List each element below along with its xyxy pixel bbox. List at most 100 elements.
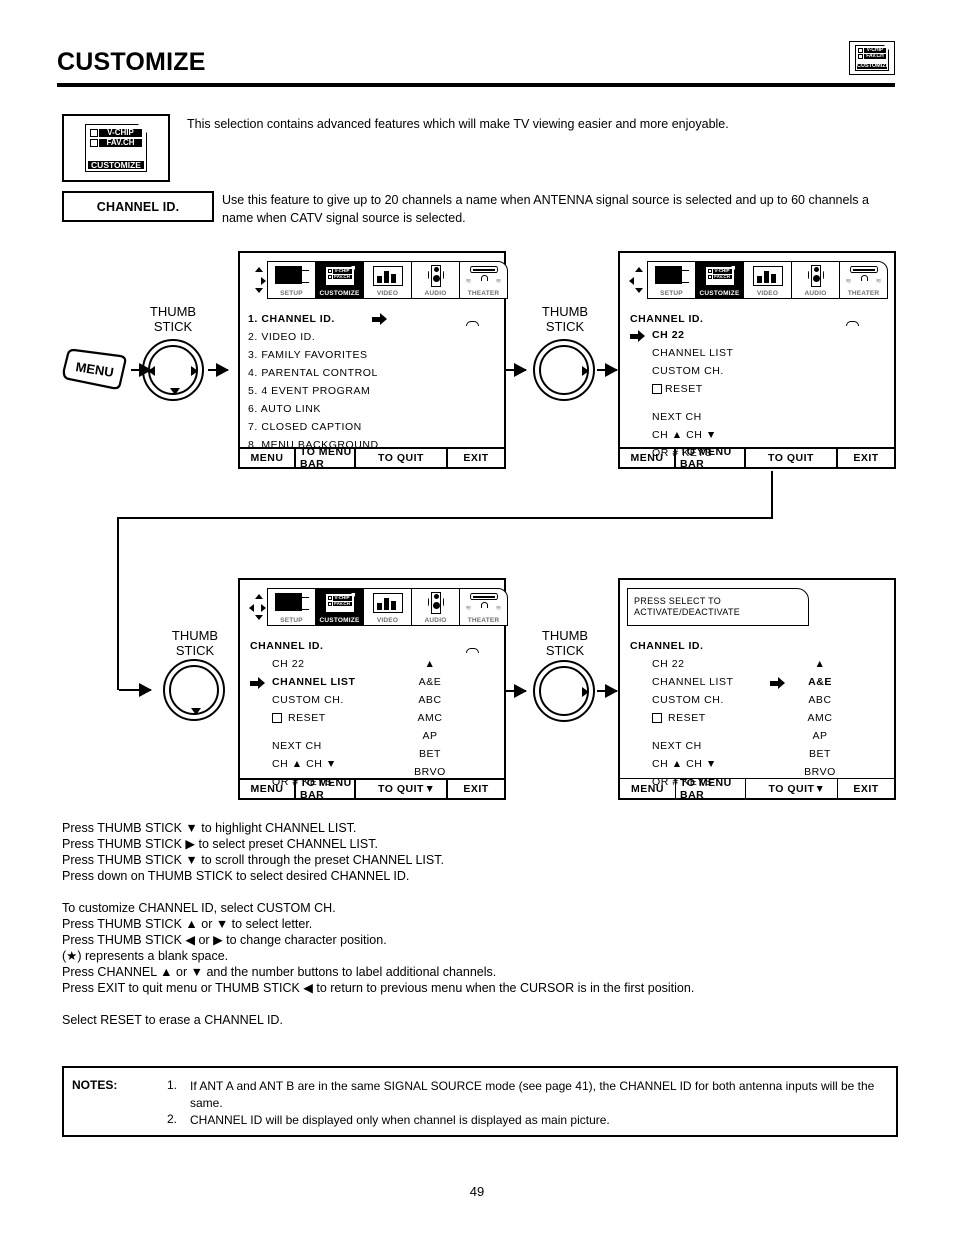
footer-to-quit: TO QUIT: [356, 449, 448, 467]
menu-item-1[interactable]: 1. CHANNEL ID.: [248, 313, 335, 325]
flow-arrow: [506, 684, 527, 698]
channel-list-entry[interactable]: BET: [798, 748, 842, 760]
cursor-arrow-icon: [372, 313, 388, 325]
tab-video[interactable]: VIDEO: [743, 261, 792, 299]
menu-item-3[interactable]: 3. FAMILY FAVORITES: [248, 349, 368, 361]
hint-ch-up-down: CH ▲ CH ▼: [272, 758, 337, 770]
thumb-stick-control[interactable]: [533, 660, 595, 722]
menu-item-2[interactable]: 2. VIDEO ID.: [248, 331, 315, 343]
footer-to-menu-bar: TO MENU BAR: [296, 777, 356, 801]
footer-exit[interactable]: EXIT: [838, 449, 894, 467]
channel-list-entry[interactable]: AP: [798, 730, 842, 742]
channel-list-scroll-up-icon[interactable]: ▲: [798, 658, 842, 670]
hint-next-ch: NEXT CH: [652, 740, 702, 752]
channel-list-entry[interactable]: AMC: [798, 712, 842, 724]
menu-item-ch22[interactable]: CH 22: [652, 658, 685, 670]
footer-to-menu-bar: TO MENU BAR: [296, 446, 356, 470]
tab-label: VIDEO: [756, 290, 779, 297]
cursor-arrow-icon: [770, 677, 786, 689]
tab-video[interactable]: VIDEO: [363, 261, 412, 299]
channel-list-entry-selected[interactable]: A&E: [798, 676, 842, 688]
menu-item-channel-list[interactable]: CHANNEL LIST: [652, 676, 733, 688]
customize-vchip-icon: V-CHIP FAV.CH: [696, 264, 743, 288]
tab-video[interactable]: VIDEO: [363, 588, 412, 626]
footer-exit[interactable]: EXIT: [838, 779, 894, 798]
tab-theater[interactable]: ≋ ≋ THEATER: [839, 261, 888, 326]
tab-customize[interactable]: V-CHIP FAV.CH CUSTOMIZE: [695, 261, 744, 299]
osd-menu-items: 1. CHANNEL ID. 2. VIDEO ID. 3. FAMILY FA…: [240, 309, 504, 451]
tab-customize[interactable]: V-CHIP FAV.CH CUSTOMIZE: [315, 588, 364, 626]
tab-label: SETUP: [660, 290, 683, 297]
tab-audio[interactable]: AUDIO: [791, 261, 840, 299]
channel-list-entry[interactable]: BRVO: [408, 766, 452, 778]
channel-list-entry[interactable]: AMC: [408, 712, 452, 724]
menu-item-6[interactable]: 6. AUTO LINK: [248, 403, 321, 415]
tab-setup[interactable]: SETUP: [647, 261, 696, 299]
flow-connector: [771, 471, 773, 519]
menu-item-reset[interactable]: RESET: [288, 712, 326, 724]
tab-label: CUSTOMIZE: [696, 289, 743, 298]
thumb-stick-right-arrow-icon: [191, 366, 198, 376]
menu-item-reset[interactable]: RESET: [668, 712, 706, 724]
thumb-stick-label: THUMB STICK: [152, 628, 238, 658]
menu-item-reset[interactable]: RESET: [665, 383, 703, 395]
menu-item-channel-list[interactable]: CHANNEL LIST: [272, 676, 355, 688]
channel-list-entry[interactable]: A&E: [408, 676, 452, 688]
tv-setup-icon: [648, 264, 695, 288]
menu-button[interactable]: MENU: [58, 348, 134, 392]
footer-menu[interactable]: MENU: [620, 779, 676, 798]
tab-customize[interactable]: V-CHIP FAV.CH CUSTOMIZE: [315, 261, 364, 299]
channel-list-scroll-up-icon[interactable]: ▲: [408, 658, 452, 670]
menu-item-custom-ch[interactable]: CUSTOM CH.: [272, 694, 344, 706]
intro-icon-box: V-CHIP FAV.CH CUSTOMIZE: [62, 114, 170, 182]
tab-audio[interactable]: AUDIO: [411, 588, 460, 626]
footer-menu[interactable]: MENU: [240, 780, 296, 798]
tab-theater[interactable]: ≋ ≋ THEATER: [459, 588, 508, 653]
tab-audio[interactable]: AUDIO: [411, 261, 460, 299]
tab-theater[interactable]: ≋ ≋ THEATER: [459, 261, 508, 326]
tab-label: SETUP: [280, 617, 303, 624]
channel-list-entry[interactable]: ABC: [408, 694, 452, 706]
reset-checkbox[interactable]: [272, 713, 282, 723]
footer-to-menu-bar: TO MENU BAR: [676, 446, 746, 470]
footer-exit[interactable]: EXIT: [448, 449, 504, 467]
osd-channel-id-panel: CHANNEL ID. CH 22 CHANNEL LIST CUSTOM CH…: [620, 636, 894, 795]
thumb-stick-control[interactable]: [142, 339, 204, 401]
thumb-stick-control[interactable]: [163, 659, 225, 721]
osd-footer-bar: MENU TO MENU BAR TO QUIT EXIT: [620, 446, 894, 470]
footer-menu[interactable]: MENU: [240, 449, 296, 467]
menu-item-ch22[interactable]: CH 22: [652, 329, 685, 341]
tab-setup[interactable]: SETUP: [267, 261, 316, 299]
flow-arrow: [506, 363, 527, 377]
theater-icon: ≋ ≋: [460, 591, 507, 653]
channel-list-entry[interactable]: AP: [408, 730, 452, 742]
channel-list-entry[interactable]: ABC: [798, 694, 842, 706]
menu-item-custom-ch[interactable]: CUSTOM CH.: [652, 694, 724, 706]
menubar-nav-arrows-icon: [248, 588, 267, 626]
video-bars-icon: [744, 264, 791, 288]
tv-screen-customize-menu: SETUP V-CHIP FAV.CH CUSTOMIZE VIDEO AUDI…: [238, 251, 508, 470]
vchip-row1-label: V-CHIP: [864, 48, 886, 53]
customize-vchip-icon: V-CHIP FAV.CH: [316, 591, 363, 615]
channel-list-entry[interactable]: BRVO: [798, 766, 842, 778]
menu-item-4[interactable]: 4. PARENTAL CONTROL: [248, 367, 378, 379]
footer-menu[interactable]: MENU: [620, 449, 676, 467]
menu-item-5[interactable]: 5. 4 EVENT PROGRAM: [248, 385, 370, 397]
thumb-stick-label: THUMB STICK: [522, 628, 608, 658]
hint-next-ch: NEXT CH: [652, 411, 702, 423]
reset-checkbox[interactable]: [652, 384, 662, 394]
menu-item-ch22[interactable]: CH 22: [272, 658, 305, 670]
thumb-stick-control[interactable]: [533, 339, 595, 401]
osd-menu-bar: SETUP V-CHIP FAV.CH CUSTOMIZE VIDEO AUDI…: [628, 261, 888, 326]
menu-item-channel-list[interactable]: CHANNEL LIST: [652, 347, 733, 359]
tab-setup[interactable]: SETUP: [267, 588, 316, 626]
thumb-stick-line1: THUMB: [149, 304, 197, 319]
footer-exit[interactable]: EXIT: [448, 780, 504, 798]
menu-item-custom-ch[interactable]: CUSTOM CH.: [652, 365, 724, 377]
tab-label: SETUP: [280, 290, 303, 297]
reset-checkbox[interactable]: [652, 713, 662, 723]
instruction-line: Press THUMB STICK ▲ or ▼ to select lette…: [62, 917, 313, 931]
thumb-stick-left-arrow-icon: [148, 366, 155, 376]
menu-item-7[interactable]: 7. CLOSED CAPTION: [248, 421, 362, 433]
channel-list-entry[interactable]: BET: [408, 748, 452, 760]
